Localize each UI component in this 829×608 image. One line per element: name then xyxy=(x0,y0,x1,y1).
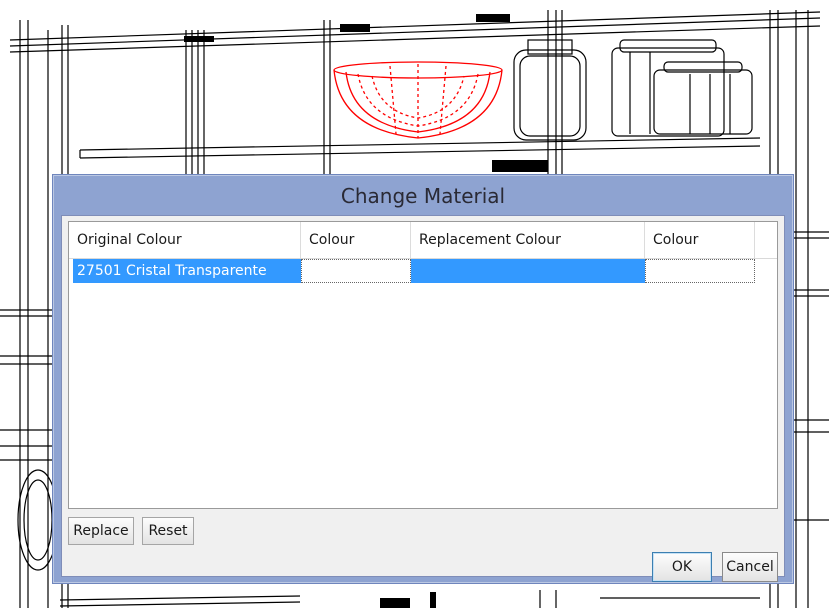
original-colour-swatch[interactable] xyxy=(301,259,411,283)
dialog-title: Change Material xyxy=(340,184,506,208)
replace-button[interactable]: Replace xyxy=(68,517,134,545)
column-header-filler xyxy=(755,222,777,258)
original-colour-cell[interactable]: 27501 Cristal Transparente xyxy=(73,259,301,283)
table-row[interactable]: 27501 Cristal Transparente xyxy=(69,259,777,283)
replacement-colour-swatch[interactable] xyxy=(645,259,755,283)
bowl-icon xyxy=(333,61,503,139)
column-header-colour[interactable]: Colour xyxy=(301,222,411,258)
dialog-body: Original Colour Colour Replacement Colou… xyxy=(61,215,785,582)
column-header-replacement-swatch[interactable]: Colour xyxy=(645,222,755,258)
viewport: Change Material Original Colour Colour R… xyxy=(0,0,829,608)
ok-button[interactable]: OK xyxy=(652,552,712,582)
table-header: Original Colour Colour Replacement Colou… xyxy=(69,222,777,259)
change-material-dialog: Change Material Original Colour Colour R… xyxy=(52,174,794,584)
column-header-replacement-colour[interactable]: Replacement Colour xyxy=(411,222,645,258)
column-header-original-colour[interactable]: Original Colour xyxy=(69,222,301,258)
replacement-colour-cell[interactable] xyxy=(411,259,645,283)
material-table: Original Colour Colour Replacement Colou… xyxy=(68,221,778,509)
cancel-button[interactable]: Cancel xyxy=(722,552,778,582)
reset-button[interactable]: Reset xyxy=(142,517,194,545)
